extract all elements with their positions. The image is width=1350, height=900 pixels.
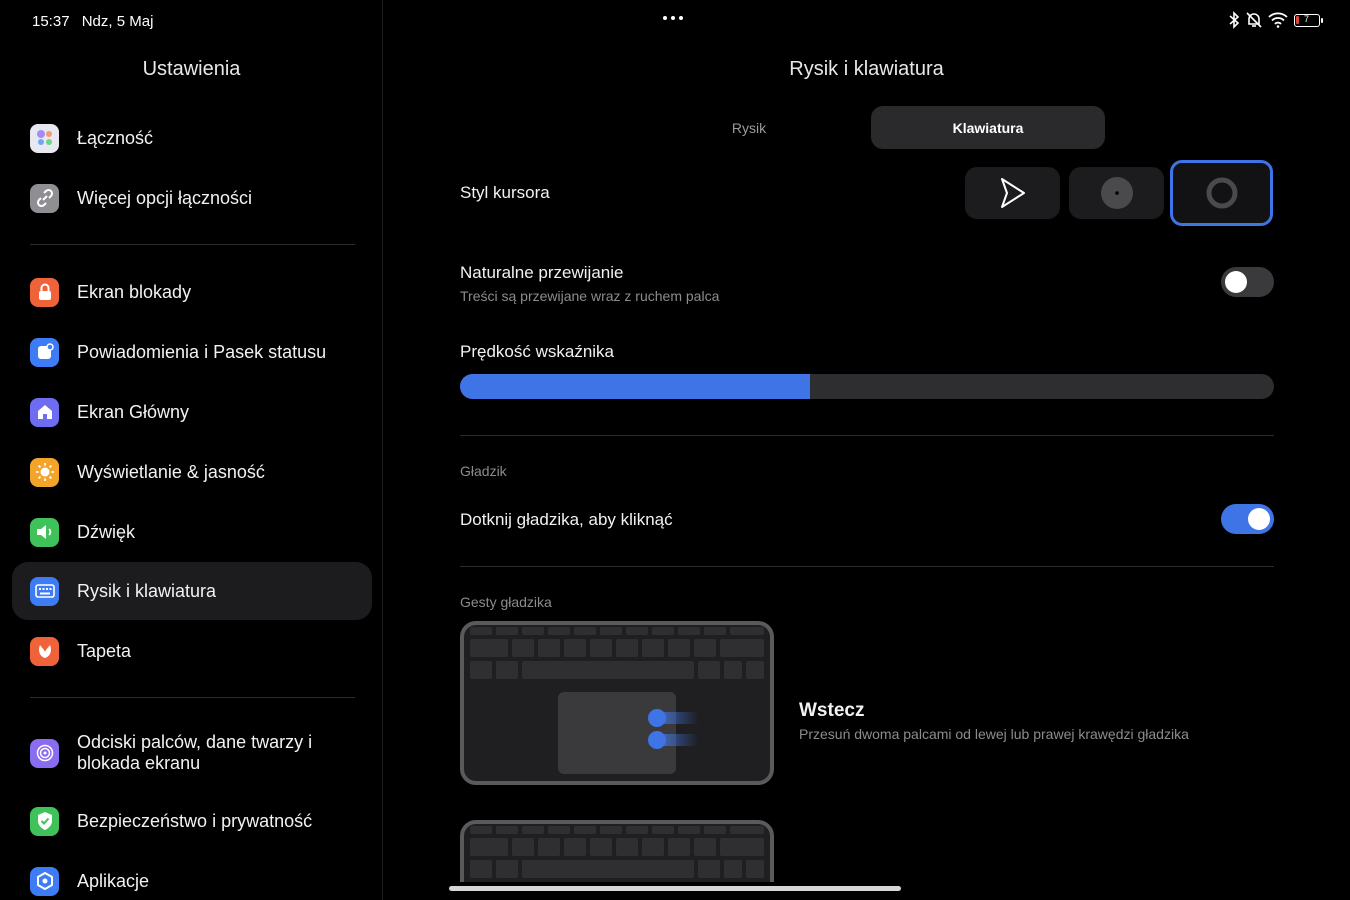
gesture-back-description: Przesuń dwoma palcami od lewej lub prawe…	[799, 726, 1189, 742]
wallpaper-icon	[30, 636, 59, 666]
status-icons: 7	[1228, 11, 1323, 29]
wifi-icon	[1268, 12, 1288, 28]
dot-cursor-icon	[1100, 177, 1133, 209]
sidebar-item-label: Odciski palców, dane twarzy i blokada ek…	[77, 732, 313, 773]
sidebar-item-wallpaper[interactable]: Tapeta	[12, 622, 372, 680]
pointer-speed-label: Prędkość wskaźnika	[460, 342, 615, 361]
sidebar-title: Ustawienia	[142, 58, 241, 80]
tap-to-click-label: Dotknij gładzika, aby kliknąć	[460, 510, 673, 529]
natural-scroll-toggle[interactable]	[1221, 267, 1274, 297]
battery-icon: 7	[1294, 13, 1323, 27]
sidebar-item-apps[interactable]: Aplikacje	[12, 852, 372, 900]
sidebar-divider	[30, 697, 355, 698]
sidebar-item-notifications[interactable]: Powiadomienia i Pasek statusu	[12, 323, 372, 381]
sidebar-item-connectivity[interactable]: Łączność	[12, 109, 372, 167]
notification-icon	[30, 337, 59, 367]
tab-bar: Rysik Klawiatura	[627, 106, 1105, 149]
home-icon	[30, 397, 59, 427]
sidebar-item-label: Więcej opcji łączności	[77, 187, 253, 208]
battery-level: 7	[1303, 13, 1309, 24]
multitask-dots[interactable]	[663, 16, 683, 20]
page-title: Rysik i klawiatura	[789, 58, 944, 80]
shield-icon	[30, 806, 59, 836]
arrow-cursor-icon	[1000, 178, 1025, 208]
bottom-mask	[383, 882, 1350, 900]
sidebar-divider	[30, 244, 355, 245]
sidebar-item-label: Tapeta	[77, 640, 132, 661]
sun-icon	[30, 457, 59, 487]
sidebar-item-stylus-keyboard[interactable]: Rysik i klawiatura	[12, 562, 372, 620]
sidebar-item-lock-screen[interactable]: Ekran blokady	[12, 263, 372, 321]
sidebar-item-label: Wyświetlanie & jasność	[77, 461, 265, 482]
bluetooth-icon	[1229, 11, 1240, 29]
sidebar-item-label: Ekran Główny	[77, 401, 190, 422]
sidebar-item-label: Bezpieczeństwo i prywatność	[77, 810, 313, 831]
sidebar-item-label: Łączność	[77, 127, 154, 148]
natural-scroll-description: Treści są przewijane wraz z ruchem palca	[460, 288, 720, 304]
touchpad-section-label: Gładzik	[460, 463, 507, 479]
keyboard-icon	[30, 576, 59, 606]
sidebar-item-security[interactable]: Bezpieczeństwo i prywatność	[12, 792, 372, 850]
cursor-style-arrow[interactable]	[965, 167, 1060, 219]
connectivity-icon	[30, 123, 59, 153]
tab-stylus[interactable]: Rysik	[627, 106, 871, 149]
natural-scroll-label: Naturalne przewijanie	[460, 263, 624, 282]
sidebar: Ustawienia Łączność Więcej opcji łącznoś…	[0, 0, 383, 900]
bell-off-icon	[1246, 12, 1262, 28]
sidebar-item-label: Aplikacje	[77, 870, 150, 891]
sidebar-item-sound[interactable]: Dźwięk	[12, 503, 372, 561]
section-divider	[460, 435, 1274, 436]
pointer-speed-fill	[460, 374, 811, 399]
link-icon	[30, 183, 59, 213]
apps-icon	[30, 866, 59, 896]
gesture-back-title: Wstecz	[799, 700, 865, 721]
tap-to-click-toggle[interactable]	[1221, 504, 1274, 534]
ring-cursor-icon	[1206, 177, 1237, 209]
sidebar-item-more-connectivity[interactable]: Więcej opcji łączności	[12, 169, 372, 227]
sidebar-item-label: Ekran blokady	[77, 281, 192, 302]
sidebar-item-label: Powiadomienia i Pasek statusu	[77, 341, 327, 362]
cursor-style-ring[interactable]	[1170, 160, 1273, 226]
tab-keyboard[interactable]: Klawiatura	[871, 106, 1105, 149]
cursor-style-label: Styl kursora	[460, 183, 550, 202]
sidebar-item-home-screen[interactable]: Ekran Główny	[12, 383, 372, 441]
fingerprint-icon	[30, 738, 59, 768]
sidebar-item-label: Rysik i klawiatura	[77, 580, 217, 601]
lock-icon	[30, 277, 59, 307]
section-divider	[460, 566, 1274, 567]
pointer-speed-slider[interactable]	[460, 374, 1274, 399]
home-indicator[interactable]	[449, 886, 901, 891]
speaker-icon	[30, 517, 59, 547]
sidebar-item-display[interactable]: Wyświetlanie & jasność	[12, 443, 372, 501]
sidebar-item-fingerprint[interactable]: Odciski palców, dane twarzy i blokada ek…	[12, 722, 372, 784]
gestures-section-label: Gesty gładzika	[460, 594, 552, 610]
gesture-back-illustration[interactable]	[460, 621, 774, 785]
sidebar-item-label: Dźwięk	[77, 521, 136, 542]
cursor-style-dot[interactable]	[1069, 167, 1164, 219]
